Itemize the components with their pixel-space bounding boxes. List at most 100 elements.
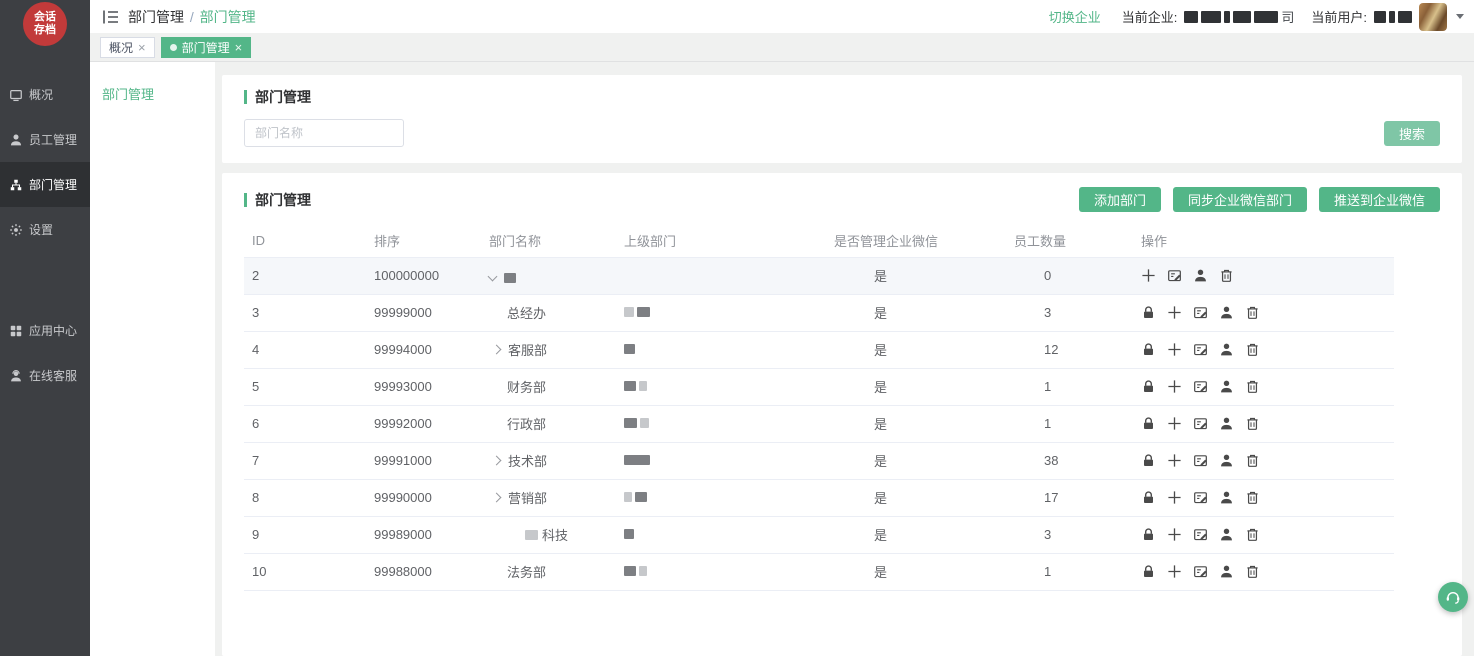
trash-button[interactable]	[1245, 490, 1260, 505]
user-button[interactable]	[1219, 305, 1234, 320]
sidebar-item-overview[interactable]: 概况	[0, 72, 90, 117]
edit-button[interactable]	[1193, 305, 1208, 320]
expand-row-icon[interactable]	[492, 345, 502, 355]
cell-sort: 99994000	[366, 331, 481, 368]
cell-operations	[1133, 368, 1394, 405]
department-name: 营销部	[508, 488, 547, 507]
collapse-sidebar-icon[interactable]	[102, 9, 120, 25]
user-button[interactable]	[1219, 416, 1234, 431]
cell-employee-count: 0	[1006, 257, 1133, 294]
user-icon	[1219, 416, 1234, 431]
cell-id: 3	[244, 294, 366, 331]
sidebar-item-employees[interactable]: 员工管理	[0, 117, 90, 162]
cell-parent	[616, 294, 826, 331]
submenu-item-departments[interactable]: 部门管理	[90, 84, 215, 103]
user-button[interactable]	[1219, 342, 1234, 357]
redacted-text	[635, 492, 647, 502]
user-button[interactable]	[1219, 379, 1234, 394]
edit-button[interactable]	[1193, 453, 1208, 468]
department-name: 客服部	[508, 340, 547, 359]
plus-button[interactable]	[1167, 490, 1182, 505]
trash-button[interactable]	[1245, 305, 1260, 320]
lock-button[interactable]	[1141, 305, 1156, 320]
trash-button[interactable]	[1245, 453, 1260, 468]
row-operations	[1141, 342, 1394, 357]
expand-row-icon[interactable]	[492, 493, 502, 503]
breadcrumb-parent[interactable]: 部门管理	[128, 9, 184, 25]
plus-button[interactable]	[1167, 305, 1182, 320]
trash-button[interactable]	[1245, 416, 1260, 431]
edit-button[interactable]	[1193, 527, 1208, 542]
row-operations	[1141, 564, 1394, 579]
lock-icon	[1141, 527, 1156, 542]
trash-button[interactable]	[1245, 342, 1260, 357]
plus-button[interactable]	[1141, 268, 1156, 283]
search-button[interactable]: 搜索	[1384, 121, 1440, 146]
plus-button[interactable]	[1167, 379, 1182, 394]
user-button[interactable]	[1219, 564, 1234, 579]
sidebar-item-online-support[interactable]: 在线客服	[0, 353, 90, 398]
user-icon	[1219, 453, 1234, 468]
trash-button[interactable]	[1245, 527, 1260, 542]
cell-employee-count: 1	[1006, 368, 1133, 405]
user-button[interactable]	[1193, 268, 1208, 283]
cell-name: 行政部	[481, 405, 616, 442]
current-enterprise-suffix: 司	[1281, 7, 1294, 26]
user-button[interactable]	[1219, 527, 1234, 542]
plus-button[interactable]	[1167, 564, 1182, 579]
sidebar-item-label: 设置	[29, 221, 53, 238]
employees-icon	[9, 133, 23, 147]
plus-button[interactable]	[1167, 416, 1182, 431]
trash-button[interactable]	[1245, 379, 1260, 394]
plus-button[interactable]	[1167, 527, 1182, 542]
plus-button[interactable]	[1167, 453, 1182, 468]
push-to-wecom-button[interactable]: 推送到企业微信	[1319, 187, 1440, 212]
cell-operations	[1133, 294, 1394, 331]
cell-wecom-managed: 是	[826, 516, 1006, 553]
filter-row: 搜索	[244, 119, 1440, 147]
lock-button[interactable]	[1141, 379, 1156, 394]
customer-service-float-button[interactable]	[1438, 582, 1468, 612]
user-menu-caret-icon[interactable]	[1456, 14, 1464, 19]
table-row: 499994000客服部是12	[244, 331, 1394, 368]
cell-id: 2	[244, 257, 366, 294]
lock-button[interactable]	[1141, 490, 1156, 505]
user-button[interactable]	[1219, 453, 1234, 468]
lock-button[interactable]	[1141, 416, 1156, 431]
card-title-text: 部门管理	[255, 190, 311, 210]
close-tab-icon[interactable]: ×	[138, 41, 146, 54]
lock-button[interactable]	[1141, 453, 1156, 468]
user-avatar[interactable]	[1419, 3, 1447, 31]
edit-button[interactable]	[1193, 564, 1208, 579]
collapse-row-icon[interactable]	[488, 272, 498, 282]
lock-icon	[1141, 342, 1156, 357]
close-tab-icon[interactable]: ×	[235, 41, 243, 54]
edit-button[interactable]	[1193, 379, 1208, 394]
switch-enterprise-link[interactable]: 切换企业	[1049, 7, 1101, 26]
edit-button[interactable]	[1193, 416, 1208, 431]
sidebar-item-settings[interactable]: 设置	[0, 207, 90, 252]
sidebar-item-app-center[interactable]: 应用中心	[0, 308, 90, 353]
add-department-button[interactable]: 添加部门	[1079, 187, 1161, 212]
trash-button[interactable]	[1219, 268, 1234, 283]
plus-button[interactable]	[1167, 342, 1182, 357]
user-icon	[1219, 305, 1234, 320]
tab-overview[interactable]: 概况 ×	[100, 37, 155, 58]
edit-button[interactable]	[1193, 342, 1208, 357]
lock-button[interactable]	[1141, 527, 1156, 542]
trash-button[interactable]	[1245, 564, 1260, 579]
lock-button[interactable]	[1141, 564, 1156, 579]
edit-button[interactable]	[1193, 490, 1208, 505]
sidebar-item-departments[interactable]: 部门管理	[0, 162, 90, 207]
redacted-text	[624, 307, 634, 317]
expand-row-icon[interactable]	[492, 456, 502, 466]
department-name: 科技	[542, 525, 568, 544]
lock-button[interactable]	[1141, 342, 1156, 357]
trash-icon	[1245, 305, 1260, 320]
tab-departments[interactable]: 部门管理 ×	[161, 37, 252, 58]
user-button[interactable]	[1219, 490, 1234, 505]
edit-button[interactable]	[1167, 268, 1182, 283]
sync-wecom-departments-button[interactable]: 同步企业微信部门	[1173, 187, 1307, 212]
department-name-input[interactable]	[244, 119, 404, 147]
department-name: 技术部	[508, 451, 547, 470]
